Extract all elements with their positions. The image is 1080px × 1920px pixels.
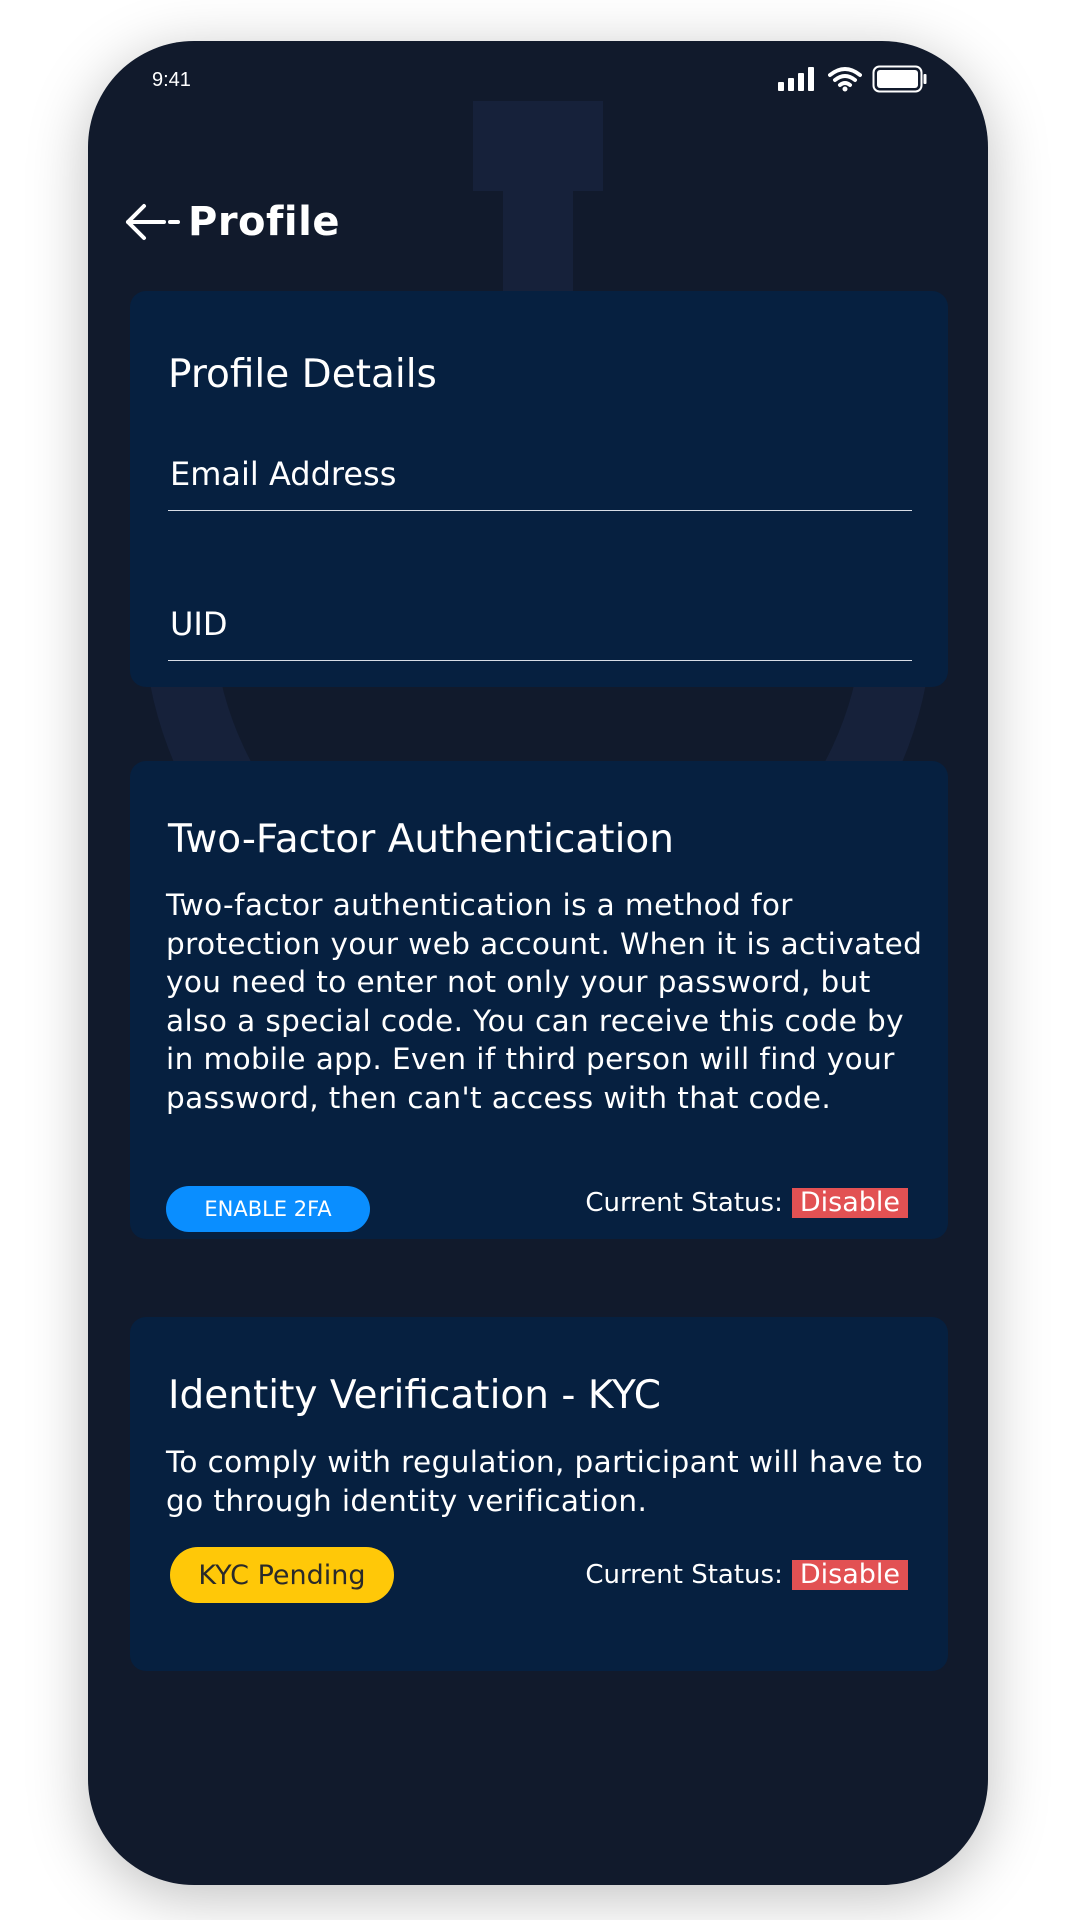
email-field-container bbox=[168, 438, 912, 511]
status-badge: Disable bbox=[791, 1560, 908, 1590]
enable-2fa-button[interactable]: ENABLE 2FA bbox=[166, 1186, 370, 1232]
status-label: Current Status: bbox=[585, 1188, 783, 1218]
two-factor-card: Two-Factor Authentication Two-factor aut… bbox=[130, 761, 948, 1239]
status-bar: 9:41 bbox=[88, 41, 988, 121]
arrow-left-icon bbox=[126, 204, 180, 240]
email-field[interactable] bbox=[168, 448, 912, 500]
status-time: 9:41 bbox=[152, 69, 191, 91]
back-button[interactable] bbox=[124, 202, 182, 242]
status-badge: Disable bbox=[791, 1188, 908, 1218]
page-title: Profile bbox=[188, 199, 340, 245]
kyc-card: Identity Verification - KYC To comply wi… bbox=[130, 1317, 948, 1671]
two-factor-status: Current Status: Disable bbox=[585, 1183, 908, 1223]
header: Profile bbox=[124, 187, 340, 257]
kyc-description: To comply with regulation, participant w… bbox=[166, 1445, 924, 1518]
wifi-icon bbox=[828, 67, 862, 92]
two-factor-title: Two-Factor Authentication bbox=[168, 817, 674, 862]
kyc-status: Current Status: Disable bbox=[585, 1555, 908, 1595]
signal-icon bbox=[778, 67, 814, 91]
kyc-pending-button[interactable]: KYC Pending bbox=[170, 1547, 394, 1603]
two-factor-description: Two-factor authentication is a method fo… bbox=[166, 888, 923, 1115]
profile-details-title: Profile Details bbox=[168, 352, 437, 397]
status-icons bbox=[778, 65, 928, 93]
battery-icon bbox=[872, 65, 927, 93]
kyc-title: Identity Verification - KYC bbox=[168, 1373, 661, 1418]
uid-field[interactable] bbox=[168, 598, 912, 650]
profile-details-card: Profile Details bbox=[130, 291, 948, 687]
status-label: Current Status: bbox=[585, 1560, 783, 1590]
phone-screen: 9:41 Profile Profile Details Email Addre… bbox=[88, 41, 988, 1885]
uid-field-container bbox=[168, 588, 912, 661]
